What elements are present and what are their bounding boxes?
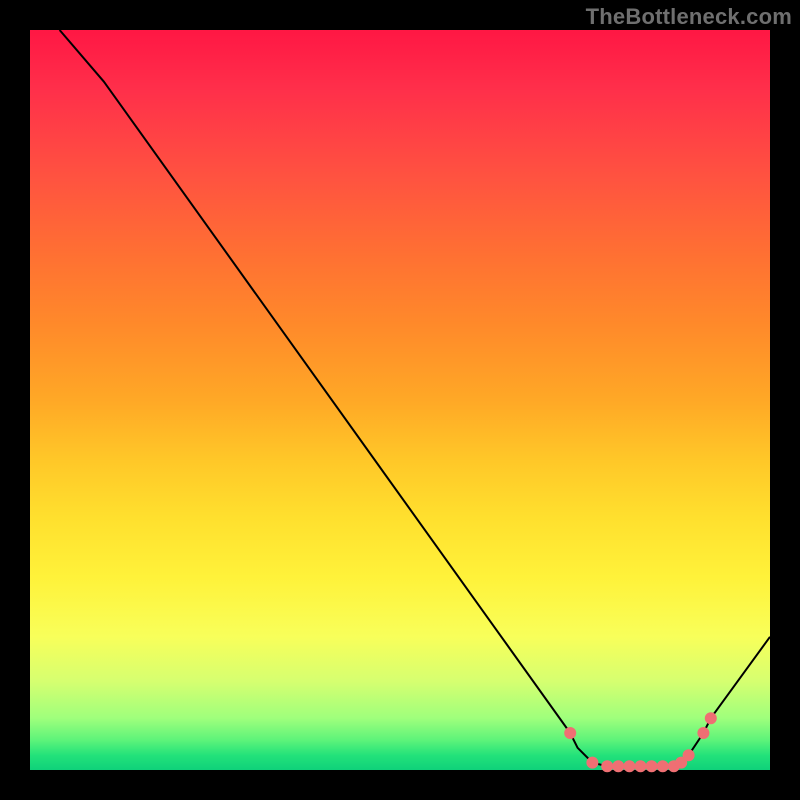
marker-dot [657,760,669,772]
chart-svg [30,30,770,770]
attribution-text: TheBottleneck.com [586,4,792,30]
chart-frame: TheBottleneck.com [0,0,800,800]
marker-dot [683,749,695,761]
plot-area [30,30,770,770]
marker-dot [586,757,598,769]
marker-dot [646,760,658,772]
marker-dot [697,727,709,739]
marker-dot [623,760,635,772]
marker-dot [705,712,717,724]
marker-dot [635,760,647,772]
series-path [60,30,770,766]
marker-dot [612,760,624,772]
marker-dot [601,760,613,772]
marker-dot [564,727,576,739]
